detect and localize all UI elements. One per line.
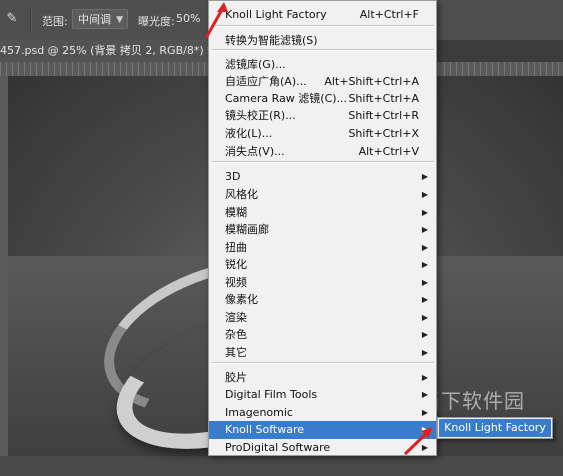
- submenu-arrow-icon: ▶: [421, 243, 428, 252]
- menu-separator: [211, 25, 434, 27]
- submenu-arrow-icon: ▶: [421, 190, 428, 199]
- menu-item-shortcut: Alt+Ctrl+F: [359, 8, 419, 21]
- menu-item-label: 杂色: [225, 328, 247, 341]
- menu-item-r[interactable]: 镜头校正(R)... Shift+Ctrl+R: [209, 107, 436, 125]
- annotation-arrow-bottom: [403, 427, 433, 456]
- submenu-arrow-icon: ▶: [421, 313, 428, 322]
- menu-item-shortcut: Shift+Ctrl+R: [348, 109, 419, 122]
- menu-item-label: 胶片: [225, 371, 247, 384]
- menu-item-label: 其它: [225, 346, 247, 359]
- menu-item-cn-15[interactable]: 像素化 ▶: [209, 291, 436, 309]
- menu-item-label: 液化(L)...: [225, 127, 273, 140]
- menu-item-imagenomic[interactable]: Imagenomic ▶: [209, 404, 436, 422]
- menu-item-label: ProDigital Software: [225, 441, 331, 454]
- menu-item-cn-14[interactable]: 视频 ▶: [209, 274, 436, 292]
- menu-item-label: 镜头校正(R)...: [225, 109, 296, 122]
- menu-item-digital-film-tools[interactable]: Digital Film Tools ▶: [209, 386, 436, 404]
- menu-separator: [211, 362, 434, 364]
- menu-separator: [211, 161, 434, 163]
- submenu-arrow-icon: ▶: [421, 373, 428, 382]
- exposure-label: 曝光度:: [138, 15, 175, 28]
- menu-item-label: Camera Raw 滤镜(C)...: [225, 92, 348, 105]
- submenu-arrow-icon: ▶: [421, 260, 428, 269]
- menu-item-l[interactable]: 液化(L)... Shift+Ctrl+X: [209, 125, 436, 143]
- menu-item-label: 滤镜库(G)...: [225, 58, 286, 71]
- chevron-down-icon: ▼: [116, 15, 123, 25]
- menu-item-shortcut: Alt+Ctrl+V: [358, 145, 419, 158]
- knoll-software-submenu: Knoll Light Factory: [437, 417, 553, 439]
- menu-item-cn-12[interactable]: 扭曲 ▶: [209, 239, 436, 257]
- menu-item-label: 自适应广角(A)...: [225, 75, 307, 88]
- menu-item-v[interactable]: 消失点(V)... Alt+Ctrl+V: [209, 143, 436, 161]
- menu-item-shortcut: Shift+Ctrl+X: [348, 127, 419, 140]
- range-select[interactable]: 中间调 ▼: [72, 9, 128, 29]
- menu-item-label: 扭曲: [225, 241, 247, 254]
- menu-item-cn-10[interactable]: 模糊 ▶: [209, 204, 436, 222]
- menu-item-label: 像素化: [225, 293, 258, 306]
- menu-item-cn-16[interactable]: 渲染 ▶: [209, 309, 436, 327]
- menu-item-s[interactable]: 转换为智能滤镜(S): [209, 32, 436, 50]
- submenu-arrow-icon: ▶: [421, 295, 428, 304]
- exposure-input[interactable]: 50%: [176, 12, 200, 25]
- filter-menu: Knoll Light Factory Alt+Ctrl+F 转换为智能滤镜(S) 滤…: [208, 0, 437, 456]
- menu-item-cn-13[interactable]: 锐化 ▶: [209, 256, 436, 274]
- menu-item-label: Digital Film Tools: [225, 388, 318, 401]
- submenu-arrow-icon: ▶: [421, 390, 428, 399]
- submenu-arrow-icon: ▶: [421, 348, 428, 357]
- menu-item-label: 3D: [225, 170, 241, 183]
- submenu-arrow-icon: ▶: [421, 278, 428, 287]
- menu-item-label: 模糊画廊: [225, 223, 269, 236]
- menu-item-cn-9[interactable]: 风格化 ▶: [209, 186, 436, 204]
- submenu-arrow-icon: ▶: [421, 330, 428, 339]
- menu-item-label: 渲染: [225, 311, 247, 324]
- document-tab[interactable]: 457.psd @ 25% (背景 拷贝 2, RGB/8*) *: [0, 40, 219, 62]
- menu-item-label: Knoll Software: [225, 423, 305, 436]
- menu-item-label: 锐化: [225, 258, 247, 271]
- menu-item-label: 风格化: [225, 188, 258, 201]
- submenu-item-knoll-light-factory[interactable]: Knoll Light Factory: [439, 419, 551, 437]
- dodge-tool-icon[interactable]: ✎: [4, 11, 20, 27]
- menu-item-a[interactable]: 自适应广角(A)... Alt+Shift+Ctrl+A: [209, 73, 436, 91]
- submenu-arrow-icon: ▶: [421, 408, 428, 417]
- annotation-arrow-top: [204, 2, 228, 39]
- menu-item-label: Knoll Light Factory: [225, 8, 327, 21]
- menu-item-shortcut: Alt+Shift+Ctrl+A: [324, 75, 419, 88]
- submenu-arrow-icon: ▶: [421, 225, 428, 234]
- menu-item-cn-11[interactable]: 模糊画廊 ▶: [209, 221, 436, 239]
- menu-item-label: 模糊: [225, 206, 247, 219]
- document-title: 457.psd @ 25% (背景 拷贝 2, RGB/8*) *: [0, 44, 213, 57]
- menu-item-label: 视频: [225, 276, 247, 289]
- submenu-arrow-icon: ▶: [421, 208, 428, 217]
- menu-item-shortcut: Shift+Ctrl+A: [348, 92, 419, 105]
- menu-item-cn-19[interactable]: 胶片 ▶: [209, 369, 436, 387]
- menu-separator: [211, 49, 434, 51]
- menu-item-label: Imagenomic: [225, 406, 293, 419]
- menu-item-g[interactable]: 滤镜库(G)...: [209, 56, 436, 74]
- menu-item-camera-raw-c[interactable]: Camera Raw 滤镜(C)... Shift+Ctrl+A: [209, 90, 436, 108]
- menu-item-cn-17[interactable]: 杂色 ▶: [209, 326, 436, 344]
- options-divider: [30, 8, 32, 32]
- submenu-arrow-icon: ▶: [421, 172, 428, 181]
- menu-item-label: 消失点(V)...: [225, 145, 285, 158]
- vertical-ruler: [0, 76, 8, 456]
- menu-item-cn-18[interactable]: 其它 ▶: [209, 344, 436, 362]
- range-value: 中间调: [78, 13, 111, 26]
- menu-item-knoll-light-factory[interactable]: Knoll Light Factory Alt+Ctrl+F: [209, 6, 436, 24]
- menu-item-3d[interactable]: 3D ▶: [209, 168, 436, 186]
- range-label: 范围:: [42, 15, 68, 28]
